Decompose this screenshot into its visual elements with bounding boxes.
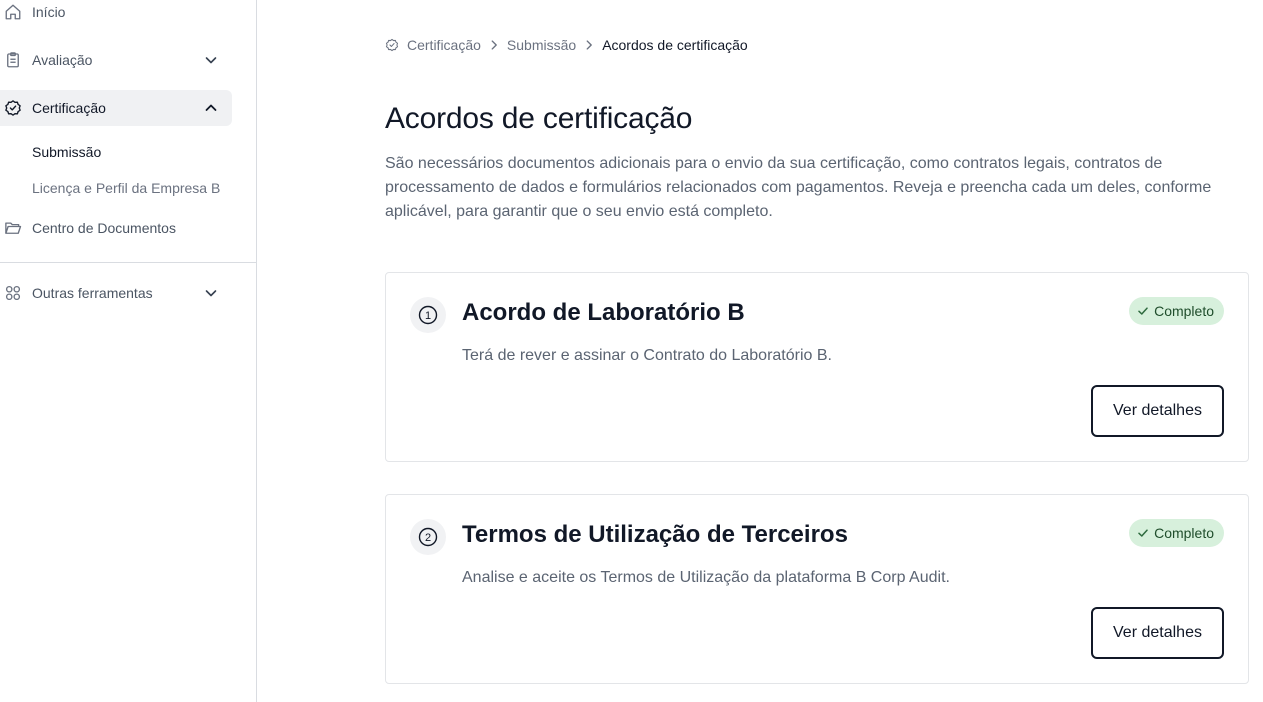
- page-title: Acordos de certificação: [385, 102, 693, 135]
- agreement-card-termos-utilizacao: 2 Termos de Utilização de Terceiros Anal…: [385, 494, 1249, 684]
- card-title: Termos de Utilização de Terceiros: [462, 521, 848, 548]
- card-description: Terá de rever e assinar o Contrato do La…: [462, 347, 832, 364]
- badge-check-icon: [4, 99, 22, 117]
- chevron-down-icon: [205, 290, 217, 297]
- grid-icon: [4, 284, 22, 302]
- chevron-down-icon: [205, 57, 217, 64]
- view-details-button[interactable]: Ver detalhes: [1091, 607, 1224, 659]
- home-icon: [4, 3, 22, 21]
- badge-check-icon: [385, 38, 399, 52]
- sidebar-divider: [0, 262, 256, 263]
- status-badge-label: Completo: [1154, 525, 1214, 541]
- sidebar-subitem-submissao[interactable]: Submissão: [32, 144, 101, 160]
- sidebar-item-centro-documentos[interactable]: Centro de Documentos: [0, 210, 232, 246]
- card-description: Analise e aceite os Termos de Utilização…: [462, 569, 950, 586]
- agreement-card-acordo-laboratorio: 1 Acordo de Laboratório B Terá de rever …: [385, 272, 1249, 462]
- breadcrumb-link-certificacao[interactable]: Certificação: [407, 37, 481, 53]
- chevron-right-icon: [586, 40, 593, 50]
- breadcrumb: Certificação Submissão Acordos de certif…: [385, 36, 748, 54]
- clipboard-icon: [4, 51, 22, 69]
- sidebar-item-label: Certificação: [32, 100, 106, 116]
- folder-icon: [4, 219, 22, 237]
- view-details-button[interactable]: Ver detalhes: [1091, 385, 1224, 437]
- card-title: Acordo de Laboratório B: [462, 299, 745, 326]
- sidebar-item-label: Outras ferramentas: [32, 285, 153, 301]
- chevron-up-icon: [205, 104, 217, 111]
- sidebar-item-inicio[interactable]: Início: [0, 0, 232, 30]
- sidebar-item-certificacao[interactable]: Certificação: [0, 90, 232, 126]
- page-description: São necessários documentos adicionais pa…: [385, 155, 1212, 220]
- breadcrumb-link-submissao[interactable]: Submissão: [507, 37, 576, 53]
- status-badge: Completo: [1129, 519, 1224, 547]
- step-number-icon: 2: [410, 519, 446, 555]
- breadcrumb-current: Acordos de certificação: [602, 37, 748, 53]
- chevron-right-icon: [491, 40, 497, 50]
- status-badge: Completo: [1129, 297, 1224, 325]
- app-window: Início Avaliação Certificação Submissão …: [0, 0, 1263, 702]
- step-number: 1: [425, 310, 431, 322]
- sidebar-item-outras-ferramentas[interactable]: Outras ferramentas: [0, 275, 232, 311]
- step-number-icon: 1: [410, 297, 446, 333]
- sidebar-subitem-licenca-perfil[interactable]: Licença e Perfil da Empresa B: [32, 180, 220, 196]
- sidebar-item-label: Início: [32, 4, 66, 20]
- status-badge-label: Completo: [1154, 303, 1214, 319]
- sidebar: Início Avaliação Certificação Submissão …: [0, 0, 257, 702]
- check-icon: [1138, 307, 1148, 315]
- sidebar-item-avaliacao[interactable]: Avaliação: [0, 42, 232, 78]
- sidebar-item-label: Avaliação: [32, 52, 93, 68]
- check-icon: [1138, 529, 1148, 537]
- step-number: 2: [425, 532, 431, 544]
- sidebar-item-label: Centro de Documentos: [32, 220, 176, 236]
